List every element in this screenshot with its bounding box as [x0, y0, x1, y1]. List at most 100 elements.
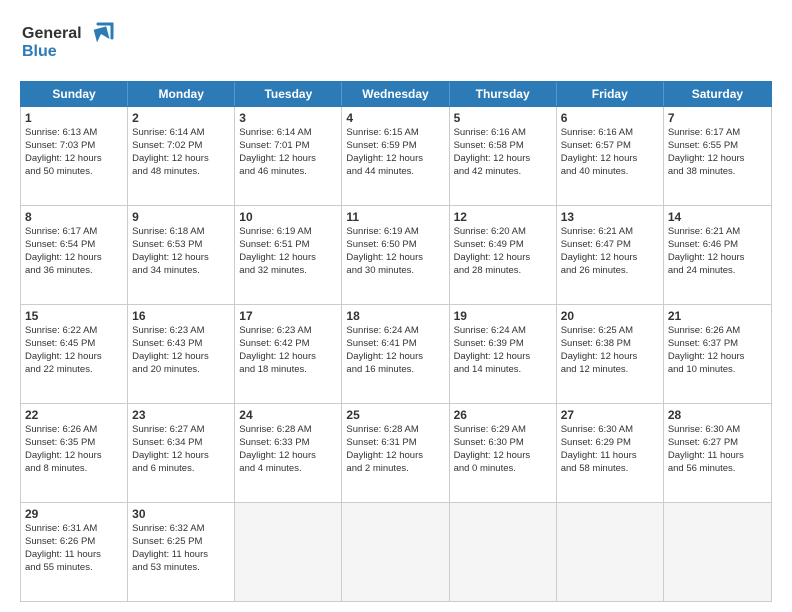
cal-cell: 17Sunrise: 6:23 AMSunset: 6:42 PMDayligh… — [235, 305, 342, 403]
day-number: 5 — [454, 110, 552, 126]
day-info-line: Daylight: 12 hours — [561, 252, 638, 263]
day-number: 17 — [239, 308, 337, 324]
day-number: 3 — [239, 110, 337, 126]
cal-cell: 22Sunrise: 6:26 AMSunset: 6:35 PMDayligh… — [21, 404, 128, 502]
day-info-line: Daylight: 11 hours — [561, 450, 637, 461]
day-info-line: Sunset: 6:38 PM — [561, 338, 631, 349]
cal-cell: 16Sunrise: 6:23 AMSunset: 6:43 PMDayligh… — [128, 305, 235, 403]
day-info-line: Sunset: 6:41 PM — [346, 338, 416, 349]
day-number: 8 — [25, 209, 123, 225]
cal-cell: 1Sunrise: 6:13 AMSunset: 7:03 PMDaylight… — [21, 107, 128, 205]
day-info-line: Sunrise: 6:30 AM — [668, 424, 740, 435]
cal-header-day: Tuesday — [235, 82, 342, 106]
day-info-line: Sunset: 6:49 PM — [454, 239, 524, 250]
day-info-line: and 34 minutes. — [132, 265, 200, 276]
cal-cell: 14Sunrise: 6:21 AMSunset: 6:46 PMDayligh… — [664, 206, 771, 304]
day-number: 19 — [454, 308, 552, 324]
cal-cell: 20Sunrise: 6:25 AMSunset: 6:38 PMDayligh… — [557, 305, 664, 403]
day-info-line: Sunset: 6:45 PM — [25, 338, 95, 349]
day-info-line: Sunrise: 6:26 AM — [25, 424, 97, 435]
day-info-line: Sunrise: 6:23 AM — [132, 325, 204, 336]
day-number: 18 — [346, 308, 444, 324]
header: General Blue — [20, 16, 772, 71]
day-number: 27 — [561, 407, 659, 423]
calendar-header: SundayMondayTuesdayWednesdayThursdayFrid… — [20, 81, 772, 107]
day-info-line: and 55 minutes. — [25, 562, 93, 573]
cal-cell: 25Sunrise: 6:28 AMSunset: 6:31 PMDayligh… — [342, 404, 449, 502]
day-info-line: and 8 minutes. — [25, 463, 87, 474]
day-info-line: Sunrise: 6:24 AM — [454, 325, 526, 336]
cal-cell: 24Sunrise: 6:28 AMSunset: 6:33 PMDayligh… — [235, 404, 342, 502]
day-info-line: and 44 minutes. — [346, 166, 414, 177]
day-info-line: and 56 minutes. — [668, 463, 736, 474]
cal-cell: 13Sunrise: 6:21 AMSunset: 6:47 PMDayligh… — [557, 206, 664, 304]
day-info-line: and 30 minutes. — [346, 265, 414, 276]
day-info-line: Daylight: 12 hours — [668, 252, 745, 263]
day-info-line: Sunset: 6:37 PM — [668, 338, 738, 349]
day-info-line: Daylight: 12 hours — [25, 351, 102, 362]
day-info-line: Sunrise: 6:19 AM — [346, 226, 418, 237]
cal-header-day: Sunday — [21, 82, 128, 106]
day-number: 4 — [346, 110, 444, 126]
day-info-line: Sunset: 6:53 PM — [132, 239, 202, 250]
day-info-line: Sunset: 6:33 PM — [239, 437, 309, 448]
day-info-line: Daylight: 12 hours — [561, 153, 638, 164]
day-number: 20 — [561, 308, 659, 324]
day-info-line: Sunrise: 6:14 AM — [239, 127, 311, 138]
day-info-line: and 36 minutes. — [25, 265, 93, 276]
day-info-line: Sunrise: 6:13 AM — [25, 127, 97, 138]
cal-cell: 3Sunrise: 6:14 AMSunset: 7:01 PMDaylight… — [235, 107, 342, 205]
day-info-line: and 26 minutes. — [561, 265, 629, 276]
day-number: 14 — [668, 209, 767, 225]
cal-cell: 10Sunrise: 6:19 AMSunset: 6:51 PMDayligh… — [235, 206, 342, 304]
day-info-line: Daylight: 12 hours — [668, 351, 745, 362]
cal-cell: 9Sunrise: 6:18 AMSunset: 6:53 PMDaylight… — [128, 206, 235, 304]
day-info-line: Daylight: 12 hours — [132, 351, 209, 362]
day-info-line: and 12 minutes. — [561, 364, 629, 375]
day-info-line: and 22 minutes. — [25, 364, 93, 375]
cal-header-day: Friday — [557, 82, 664, 106]
day-info-line: and 38 minutes. — [668, 166, 736, 177]
cal-cell: 26Sunrise: 6:29 AMSunset: 6:30 PMDayligh… — [450, 404, 557, 502]
day-number: 21 — [668, 308, 767, 324]
day-info-line: Sunset: 7:02 PM — [132, 140, 202, 151]
day-info-line: and 4 minutes. — [239, 463, 301, 474]
day-info-line: and 48 minutes. — [132, 166, 200, 177]
day-info-line: Sunset: 6:58 PM — [454, 140, 524, 151]
day-info-line: Daylight: 12 hours — [239, 351, 316, 362]
day-info-line: and 32 minutes. — [239, 265, 307, 276]
logo-icon: General Blue — [20, 16, 115, 66]
day-number: 30 — [132, 506, 230, 522]
day-info-line: Sunrise: 6:31 AM — [25, 523, 97, 534]
day-info-line: Daylight: 12 hours — [239, 450, 316, 461]
day-number: 15 — [25, 308, 123, 324]
cal-cell: 27Sunrise: 6:30 AMSunset: 6:29 PMDayligh… — [557, 404, 664, 502]
cal-cell: 18Sunrise: 6:24 AMSunset: 6:41 PMDayligh… — [342, 305, 449, 403]
day-info-line: Sunrise: 6:16 AM — [454, 127, 526, 138]
calendar-row: 22Sunrise: 6:26 AMSunset: 6:35 PMDayligh… — [21, 404, 771, 503]
cal-cell: 19Sunrise: 6:24 AMSunset: 6:39 PMDayligh… — [450, 305, 557, 403]
day-number: 24 — [239, 407, 337, 423]
day-info-line: and 20 minutes. — [132, 364, 200, 375]
day-info-line: Sunrise: 6:28 AM — [346, 424, 418, 435]
day-info-line: Daylight: 12 hours — [346, 450, 423, 461]
day-info-line: and 42 minutes. — [454, 166, 522, 177]
day-info-line: Daylight: 11 hours — [132, 549, 208, 560]
cal-cell: 12Sunrise: 6:20 AMSunset: 6:49 PMDayligh… — [450, 206, 557, 304]
cal-cell: 7Sunrise: 6:17 AMSunset: 6:55 PMDaylight… — [664, 107, 771, 205]
cal-cell-empty — [557, 503, 664, 601]
day-info-line: Sunrise: 6:17 AM — [25, 226, 97, 237]
cal-cell-empty — [664, 503, 771, 601]
day-info-line: Daylight: 12 hours — [561, 351, 638, 362]
cal-cell: 4Sunrise: 6:15 AMSunset: 6:59 PMDaylight… — [342, 107, 449, 205]
day-info-line: Sunset: 6:26 PM — [25, 536, 95, 547]
day-info-line: Daylight: 12 hours — [25, 252, 102, 263]
cal-cell: 23Sunrise: 6:27 AMSunset: 6:34 PMDayligh… — [128, 404, 235, 502]
day-info-line: Sunrise: 6:21 AM — [668, 226, 740, 237]
day-info-line: Daylight: 12 hours — [132, 153, 209, 164]
day-info-line: Sunset: 6:55 PM — [668, 140, 738, 151]
day-number: 6 — [561, 110, 659, 126]
cal-header-day: Thursday — [450, 82, 557, 106]
day-info-line: Daylight: 11 hours — [25, 549, 101, 560]
day-number: 28 — [668, 407, 767, 423]
